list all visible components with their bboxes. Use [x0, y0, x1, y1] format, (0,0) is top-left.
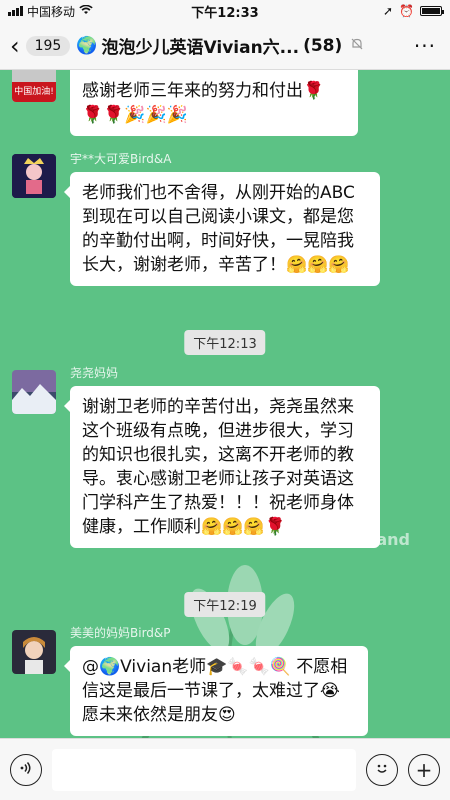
sender-name: 宇**大可爱Bird&A — [70, 152, 172, 166]
message-text: @🌍Vivian老师🎓🍬🍬🍭 不愿相信这是最后一节课了，太难过了😭愿未来依然是朋… — [82, 657, 348, 725]
plus-icon: + — [415, 757, 433, 782]
signal-icon — [8, 6, 23, 16]
alarm-icon: ⏰ — [399, 4, 414, 18]
message-bubble[interactable]: 感谢老师三年来的努力和付出🌹 🌹🌹🎉🎉🎉 — [70, 70, 358, 136]
emoji-icon — [373, 759, 391, 781]
message-text-line-2: 🌹🌹🎉🎉🎉 — [82, 105, 188, 125]
message-bubble[interactable]: 谢谢卫老师的辛苦付出，尧尧虽然来这个班级有点晚，但进步很大，学习的知识也很扎实，… — [64, 386, 380, 548]
more-icon: ··· — [413, 33, 436, 58]
status-bar: 中国移动 下午12:33 ➚ ⏰ — [0, 0, 450, 22]
more-button[interactable]: ··· — [410, 34, 440, 58]
chevron-left-icon: ‹ — [10, 31, 20, 60]
background-watermark-text: and — [376, 530, 410, 549]
avatar[interactable] — [12, 154, 56, 198]
message-text: 老师我们也不舍得，从刚开始的ABC到现在可以自己阅读小课文，都是您的辛勤付出啊，… — [82, 183, 355, 275]
avatar[interactable] — [12, 630, 56, 674]
chat-title-text: 泡泡少儿英语Vivian六... — [101, 38, 300, 58]
avatar-image — [12, 370, 56, 414]
unread-count-badge: 195 — [25, 35, 71, 56]
chat-message-list[interactable]: and 中国加油! 感谢老师三年来的努力和付出🌹 🌹🌹🎉🎉🎉 宇**大可爱Bir… — [0, 70, 450, 738]
timestamp-divider: 下午12:19 — [184, 592, 266, 617]
message-input[interactable] — [52, 748, 356, 791]
back-button[interactable]: ‹ 195 — [10, 31, 71, 60]
status-right: ➚ ⏰ — [382, 4, 444, 18]
avatar-image — [12, 154, 56, 198]
avatar-image — [12, 630, 56, 674]
plus-button[interactable]: + — [408, 753, 440, 786]
sender-name: 尧尧妈妈 — [70, 366, 119, 380]
mute-bell-icon — [350, 37, 364, 55]
message-text: 谢谢卫老师的辛苦付出，尧尧虽然来这个班级有点晚，但进步很大，学习的知识也很扎实，… — [82, 397, 354, 537]
chat-input-bar: + — [0, 738, 450, 800]
voice-button[interactable] — [10, 753, 42, 786]
battery-icon — [420, 6, 444, 16]
avatar[interactable] — [12, 370, 56, 414]
wifi-icon — [79, 4, 93, 18]
chat-nav-bar: ‹ 195 🌍 泡泡少儿英语Vivian六... (58) ··· — [0, 22, 450, 70]
chat-title[interactable]: 🌍 泡泡少儿英语Vivian六... (58) — [76, 33, 410, 58]
status-left: 中国移动 — [8, 3, 383, 20]
emoji-button[interactable] — [366, 753, 398, 786]
message-bubble[interactable]: @🌍Vivian老师🎓🍬🍬🍭 不愿相信这是最后一节课了，太难过了😭愿未来依然是朋… — [64, 646, 368, 736]
avatar-caption: 中国加油! — [12, 82, 56, 102]
voice-icon — [18, 760, 34, 780]
location-arrow-icon: ➚ — [382, 4, 394, 18]
sender-name: 美美的妈妈Bird&P — [70, 626, 171, 640]
avatar[interactable]: 中国加油! — [12, 70, 56, 102]
carrier-name: 中国移动 — [27, 4, 76, 19]
message-bubble[interactable]: 老师我们也不舍得，从刚开始的ABC到现在可以自己阅读小课文，都是您的辛勤付出啊，… — [64, 172, 380, 286]
globe-icon: 🌍 — [76, 35, 98, 56]
timestamp-divider: 下午12:13 — [184, 330, 266, 355]
message-text: 感谢老师三年来的努力和付出🌹 — [82, 81, 325, 101]
member-count: (58) — [303, 35, 343, 56]
